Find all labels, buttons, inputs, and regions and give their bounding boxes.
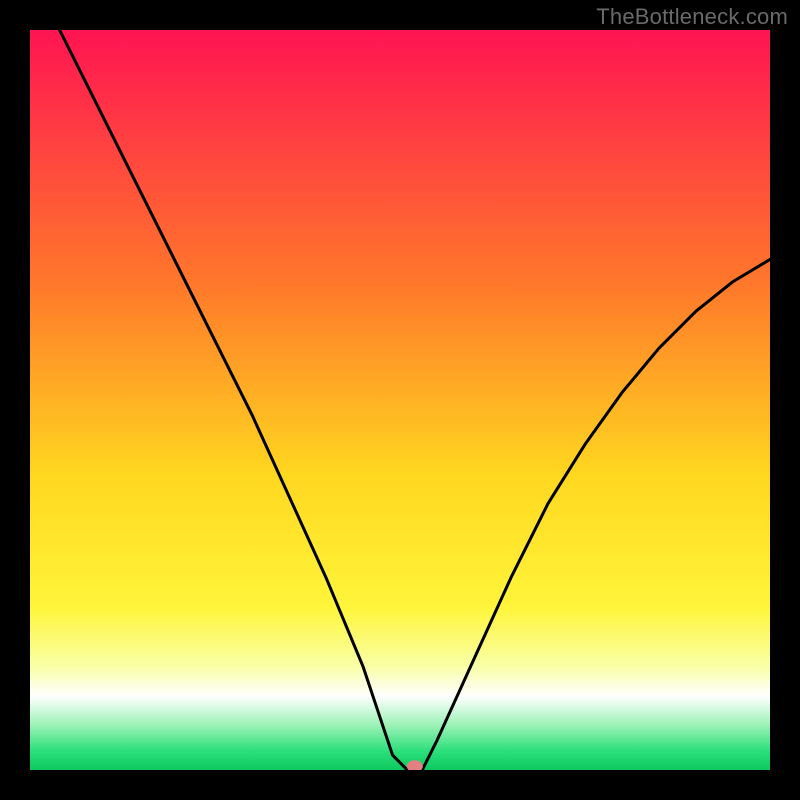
plot-area (30, 30, 770, 770)
chart-svg (30, 30, 770, 770)
gradient-rect (30, 30, 770, 770)
watermark-text: TheBottleneck.com (596, 4, 788, 30)
chart-frame: TheBottleneck.com (0, 0, 800, 800)
